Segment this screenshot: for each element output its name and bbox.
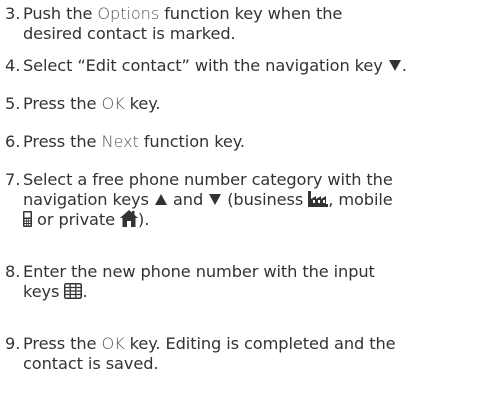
- step-text-fragment: Enter the new phone number with the inpu…: [23, 262, 375, 281]
- down-triangle-icon: [388, 60, 401, 71]
- step-text: Enter the new phone number with the inpu…: [23, 262, 483, 302]
- step-text-fragment: Select “Edit contact” with the navigatio…: [23, 56, 388, 75]
- step-text-fragment: Press the: [23, 94, 102, 113]
- step-text: Select “Edit contact” with the navigatio…: [23, 56, 483, 76]
- step-text-fragment: key. Editing is completed and the: [124, 334, 396, 353]
- step-number: 3.: [5, 4, 21, 23]
- step-text-fragment: ).: [138, 210, 150, 229]
- step-text-fragment: function key when the: [159, 4, 343, 23]
- keypad-icon: [64, 283, 83, 299]
- step-text-fragment: navigation keys: [23, 190, 154, 209]
- step-text-fragment: function key.: [138, 132, 245, 151]
- instructions-document: 3. Push the Options function key when th…: [0, 0, 488, 403]
- step-text: Press the OK key.: [23, 94, 483, 114]
- step-text: Press the OK key. Editing is completed a…: [23, 334, 483, 374]
- step-number: 7.: [5, 170, 21, 189]
- step-text-fragment: .: [82, 282, 88, 301]
- step-text-fragment: key.: [124, 94, 161, 113]
- step-text-fragment: (business: [222, 190, 309, 209]
- step-text-fragment: keys: [23, 282, 65, 301]
- step-text: Press the Next function key.: [23, 132, 483, 152]
- mobile-icon: [23, 211, 32, 227]
- business-icon: [308, 191, 329, 207]
- step-text: Select a free phone number category with…: [23, 170, 483, 230]
- step-number: 5.: [5, 94, 21, 113]
- step-text-fragment: and: [167, 190, 209, 209]
- ok-key-label: OK: [101, 334, 125, 353]
- down-triangle-icon: [209, 194, 222, 205]
- ok-key-label: OK: [101, 94, 125, 113]
- step-text-fragment: Press the: [23, 132, 102, 151]
- private-home-icon: [120, 210, 139, 227]
- options-key-label: Options: [97, 4, 160, 23]
- step-text-fragment: contact is saved.: [23, 354, 159, 373]
- step-number: 6.: [5, 132, 21, 151]
- step-number: 4.: [5, 56, 21, 75]
- step-text-fragment: Select a free phone number category with…: [23, 170, 393, 189]
- step-text-fragment: desired contact is marked.: [23, 24, 236, 43]
- step-text-fragment: Push the: [23, 4, 98, 23]
- step-number: 8.: [5, 262, 21, 281]
- step-text-fragment: or private: [32, 210, 121, 229]
- next-key-label: Next: [101, 132, 139, 151]
- step-text: Push the Options function key when the d…: [23, 4, 483, 44]
- step-text-fragment: Press the: [23, 334, 102, 353]
- step-text-fragment: .: [401, 56, 407, 75]
- up-triangle-icon: [154, 194, 167, 205]
- step-number: 9.: [5, 334, 21, 353]
- step-text-fragment: , mobile: [328, 190, 393, 209]
